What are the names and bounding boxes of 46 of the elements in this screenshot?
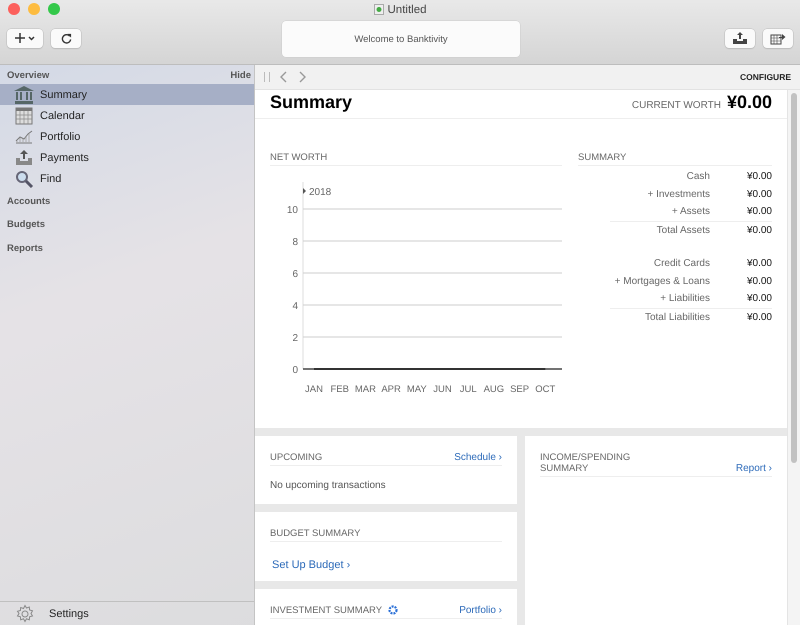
section-title: INVESTMENT SUMMARY bbox=[270, 604, 382, 616]
summary-value: ¥0.00 bbox=[746, 276, 772, 287]
y-tick-label: 0 bbox=[292, 365, 298, 376]
section-title: SUMMARY bbox=[578, 152, 772, 166]
summary-value: ¥0.00 bbox=[746, 258, 772, 270]
summary-value: ¥0.00 bbox=[746, 312, 772, 323]
y-tick-label: 10 bbox=[286, 205, 298, 216]
summary-label: Total Liabilities bbox=[644, 312, 710, 323]
section-header: Overview bbox=[7, 70, 50, 83]
y-tick-label: 2 bbox=[292, 333, 298, 344]
current-worth-label: CURRENT WORTH bbox=[632, 100, 721, 111]
empty-message: No upcoming transactions bbox=[270, 480, 387, 491]
x-tick-label: JAN bbox=[305, 384, 323, 395]
section-title: NET WORTH bbox=[270, 152, 562, 166]
status-message: Welcome to Banktivity bbox=[282, 21, 520, 57]
section-title: UPCOMING bbox=[270, 452, 322, 463]
summary-label: + Liabilities bbox=[659, 293, 710, 304]
x-tick-label: AUG bbox=[484, 384, 504, 395]
window-title: Untitled bbox=[388, 4, 426, 16]
section-title: BUDGET SUMMARY bbox=[270, 528, 360, 540]
y-tick-label: 4 bbox=[292, 301, 298, 312]
y-tick-label: 8 bbox=[292, 237, 298, 248]
summary-value: ¥0.00 bbox=[746, 171, 772, 182]
x-tick-label: FEB bbox=[330, 384, 349, 395]
summary-value: ¥0.00 bbox=[746, 206, 772, 218]
summary-label: + Mortgages & Loans bbox=[614, 276, 710, 287]
summary-label: + Investments bbox=[646, 188, 710, 200]
x-tick-label: JUN bbox=[433, 384, 452, 395]
summary-value: ¥0.00 bbox=[746, 224, 772, 236]
summary-label: Total Assets bbox=[656, 224, 710, 236]
page-title: Summary bbox=[270, 92, 352, 113]
summary-value: ¥0.00 bbox=[746, 293, 772, 304]
x-tick-label: APR bbox=[381, 384, 401, 395]
summary-label: Cash bbox=[686, 171, 710, 182]
y-tick-label: 6 bbox=[292, 269, 298, 280]
x-tick-label: SEP bbox=[510, 384, 530, 395]
summary-value: ¥0.00 bbox=[746, 188, 772, 200]
current-worth-value: ¥0.00 bbox=[726, 92, 772, 113]
summary-label: + Assets bbox=[670, 206, 710, 218]
year-label: 2018 bbox=[309, 187, 332, 198]
x-tick-label: MAY bbox=[406, 384, 427, 395]
x-tick-label: JUL bbox=[460, 384, 477, 395]
x-tick-label: MAR bbox=[354, 384, 376, 395]
section-title: INCOME/SPENDING SUMMARY bbox=[540, 452, 632, 474]
x-tick-label: OCT bbox=[535, 384, 556, 395]
summary-label: Credit Cards bbox=[652, 258, 710, 270]
